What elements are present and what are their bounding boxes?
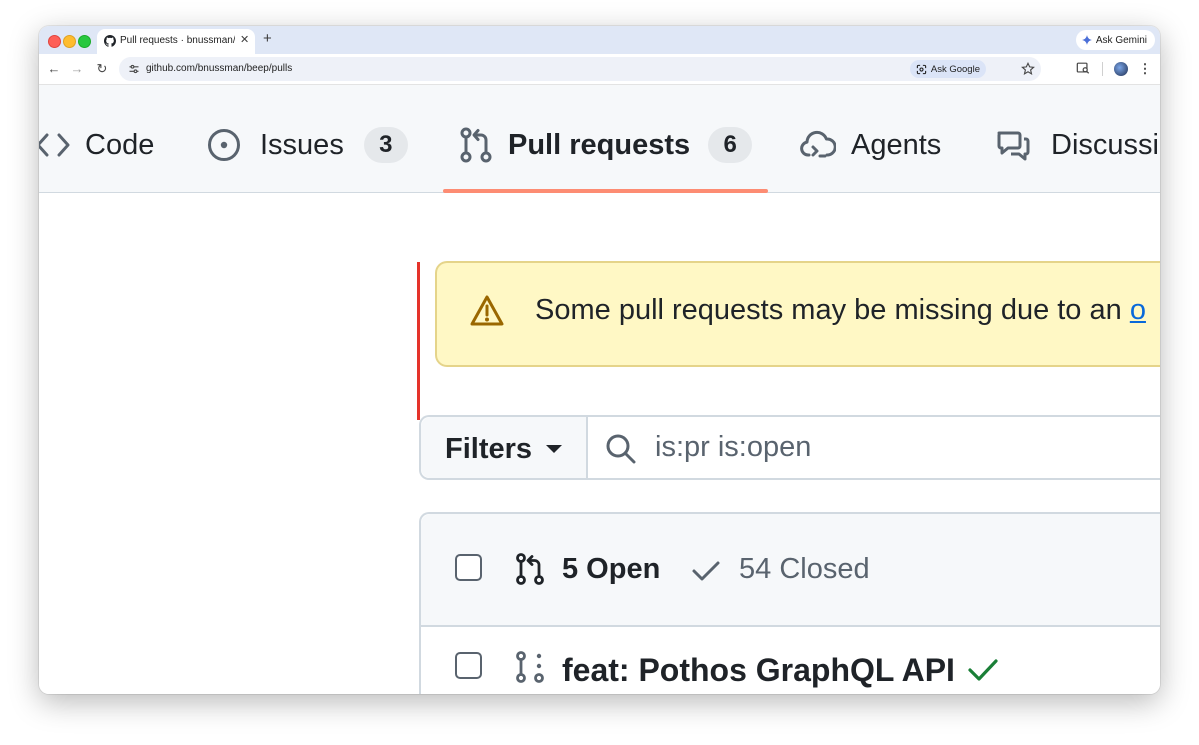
zoom-window-button[interactable] xyxy=(78,35,91,48)
tab-discussions-label: Discussi xyxy=(1051,128,1159,161)
closed-count-link[interactable]: 54 Closed xyxy=(739,553,870,586)
site-settings-icon[interactable] xyxy=(128,63,140,75)
warning-message-text: Some pull requests may be missing due to… xyxy=(535,294,1130,326)
tab-discussions[interactable]: Discussi xyxy=(996,123,1159,167)
git-pull-request-icon xyxy=(516,553,544,585)
tab-title: Pull requests · bnussman/beep xyxy=(120,35,235,46)
tab-code[interactable]: Code xyxy=(39,123,154,167)
row-checkbox[interactable] xyxy=(455,652,482,679)
ci-success-check-icon[interactable] xyxy=(967,657,999,683)
repo-navigation: Code Issues 3 Pull requests 6 Agents Dis… xyxy=(39,85,1160,193)
search-icon xyxy=(606,434,636,464)
issues-counter: 3 xyxy=(363,127,408,163)
address-bar[interactable]: github.com/bnussman/beep/pulls Ask Googl… xyxy=(119,57,1041,81)
comment-discussion-icon xyxy=(997,131,1030,161)
tab-search-icon[interactable] xyxy=(1076,61,1090,75)
ask-gemini-label: Ask Gemini xyxy=(1095,34,1147,46)
new-tab-button[interactable]: + xyxy=(263,30,272,48)
warning-message: Some pull requests may be missing due to… xyxy=(535,294,1146,327)
issue-opened-icon xyxy=(208,129,240,161)
tab-issues-label: Issues xyxy=(260,128,344,161)
browser-tab[interactable]: Pull requests · bnussman/beep ✕ xyxy=(97,29,255,54)
tab-code-label: Code xyxy=(85,128,155,161)
pull-request-list: 5 Open 54 Closed feat: Pothos GraphQL AP… xyxy=(419,512,1160,694)
page-content: Code Issues 3 Pull requests 6 Agents Dis… xyxy=(39,85,1160,694)
close-window-button[interactable] xyxy=(48,35,61,48)
url-text: github.com/bnussman/beep/pulls xyxy=(146,63,293,74)
reload-icon[interactable]: ↻ xyxy=(94,61,110,77)
ask-gemini-button[interactable]: Ask Gemini xyxy=(1075,30,1155,50)
filter-bar: Filters is:pr is:open xyxy=(419,415,1160,480)
tab-agents-label: Agents xyxy=(851,128,942,161)
minimize-window-button[interactable] xyxy=(63,35,76,48)
search-input[interactable]: is:pr is:open xyxy=(655,431,811,464)
tab-pull-requests[interactable]: Pull requests 6 xyxy=(459,123,753,167)
back-icon[interactable]: ← xyxy=(46,61,62,77)
browser-window: Pull requests · bnussman/beep ✕ + Ask Ge… xyxy=(39,26,1160,694)
chrome-menu-icon[interactable]: ⋮ xyxy=(1137,61,1153,77)
select-all-checkbox[interactable] xyxy=(455,554,482,581)
warning-flash-banner: Some pull requests may be missing due to… xyxy=(435,261,1160,367)
forward-icon[interactable]: → xyxy=(69,61,85,77)
focus-indicator-bar xyxy=(417,262,420,420)
check-icon xyxy=(692,561,720,581)
git-pull-request-draft-icon xyxy=(516,651,544,683)
list-header: 5 Open 54 Closed xyxy=(421,514,1160,627)
tab-agents[interactable]: Agents xyxy=(800,123,941,167)
gemini-sparkle-icon xyxy=(1081,35,1092,45)
selected-tab-underline xyxy=(443,189,768,193)
pull-requests-counter: 6 xyxy=(708,127,753,163)
pull-request-title[interactable]: feat: Pothos GraphQL API xyxy=(562,652,955,689)
google-lens-icon xyxy=(916,64,927,74)
warning-link[interactable]: o xyxy=(1130,294,1146,326)
tab-close-icon[interactable]: ✕ xyxy=(240,33,249,46)
triangle-down-icon xyxy=(546,445,562,453)
tab-strip: Pull requests · bnussman/beep ✕ + Ask Ge… xyxy=(39,26,1160,54)
toolbar-divider xyxy=(1102,62,1103,76)
profile-avatar[interactable] xyxy=(1114,62,1128,76)
bookmark-star-icon[interactable] xyxy=(1021,62,1035,76)
code-icon xyxy=(39,133,70,157)
ask-google-button[interactable]: Ask Google xyxy=(909,60,986,78)
agent-cloud-icon xyxy=(800,130,836,158)
tab-pull-requests-label: Pull requests xyxy=(508,128,691,161)
browser-toolbar: ← → ↻ github.com/bnussman/beep/pulls Ask… xyxy=(39,54,1160,85)
filters-label: Filters xyxy=(445,433,533,465)
git-pull-request-icon xyxy=(460,127,492,163)
open-count-link[interactable]: 5 Open xyxy=(562,553,660,586)
github-icon xyxy=(104,35,116,47)
alert-icon xyxy=(470,295,504,326)
tab-issues[interactable]: Issues 3 xyxy=(207,123,408,167)
ask-google-label: Ask Google xyxy=(930,63,980,75)
filters-button[interactable]: Filters xyxy=(421,417,588,478)
